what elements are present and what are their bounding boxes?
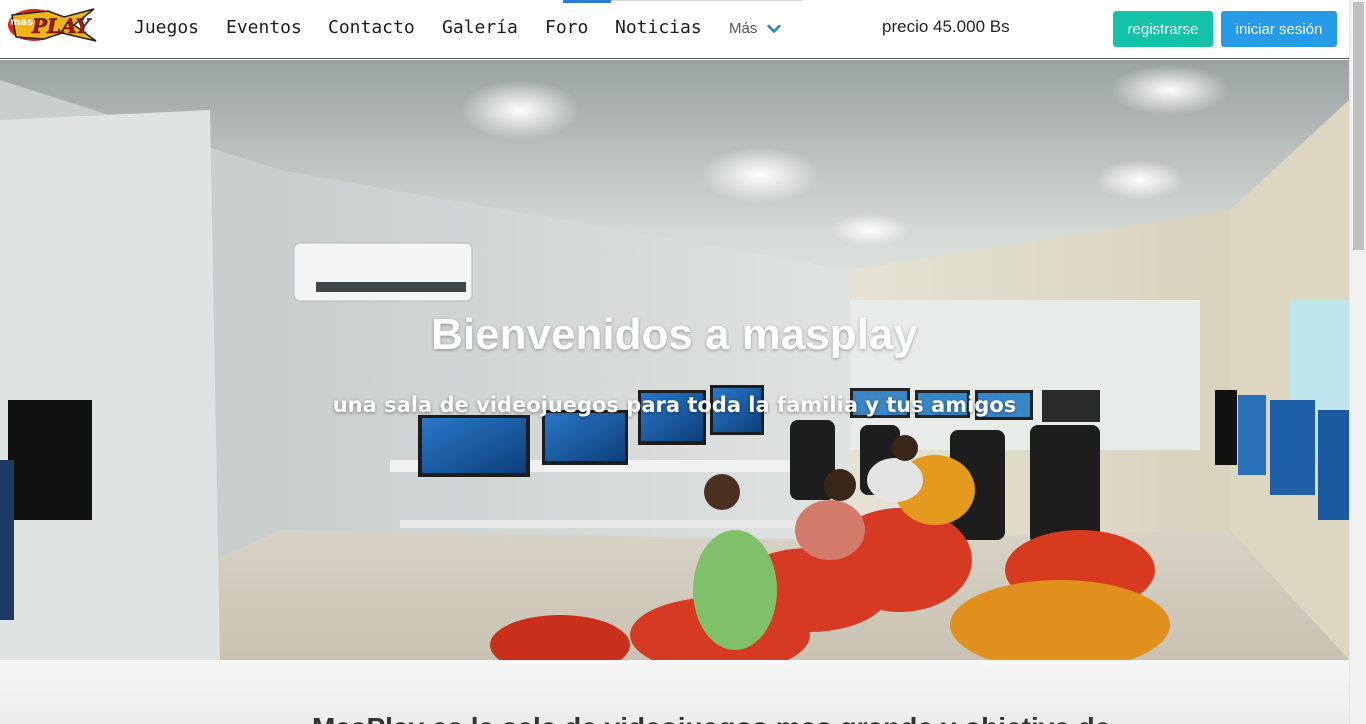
hero-banner: Bienvenidos a masplay una sala de videoj… [0, 60, 1349, 660]
chevron-down-icon [767, 24, 782, 34]
hero-title: Bienvenidos a masplay [431, 310, 918, 359]
price-text: precio 45.000 Bs [882, 17, 1010, 36]
masplay-logo[interactable]: mas PLAY [4, 3, 98, 45]
login-button[interactable]: iniciar sesión [1221, 11, 1337, 47]
hero-background-image [0, 60, 1349, 660]
page-scrollbar[interactable] [1349, 0, 1366, 724]
nav-link-foro[interactable]: Foro [545, 17, 588, 38]
svg-text:PLAY: PLAY [31, 14, 92, 38]
scrollbar-thumb[interactable] [1353, 2, 1364, 250]
more-label: Más [729, 20, 758, 37]
intro-heading: MasPlay es la sala de videojuegos mas gr… [312, 712, 1134, 724]
svg-text:mas: mas [10, 17, 33, 28]
nav-link-contacto[interactable]: Contacto [328, 17, 415, 38]
nav-link-noticias[interactable]: Noticias [615, 17, 702, 38]
nav-link-juegos[interactable]: Juegos [134, 17, 199, 38]
active-nav-indicator [563, 0, 611, 3]
nav-link-eventos[interactable]: Eventos [226, 17, 302, 38]
nav-divider [611, 0, 803, 1]
hero-subtitle: una sala de videojuegos para toda la fam… [332, 393, 1017, 417]
intro-section: MasPlay es la sala de videojuegos mas gr… [0, 660, 1349, 724]
nav-link-galeria[interactable]: Galería [442, 17, 518, 38]
register-button[interactable]: registrarse [1113, 11, 1213, 47]
more-dropdown[interactable]: Más [729, 20, 782, 37]
top-navbar: mas PLAY Juegos Eventos Contacto Galería… [0, 0, 1349, 59]
